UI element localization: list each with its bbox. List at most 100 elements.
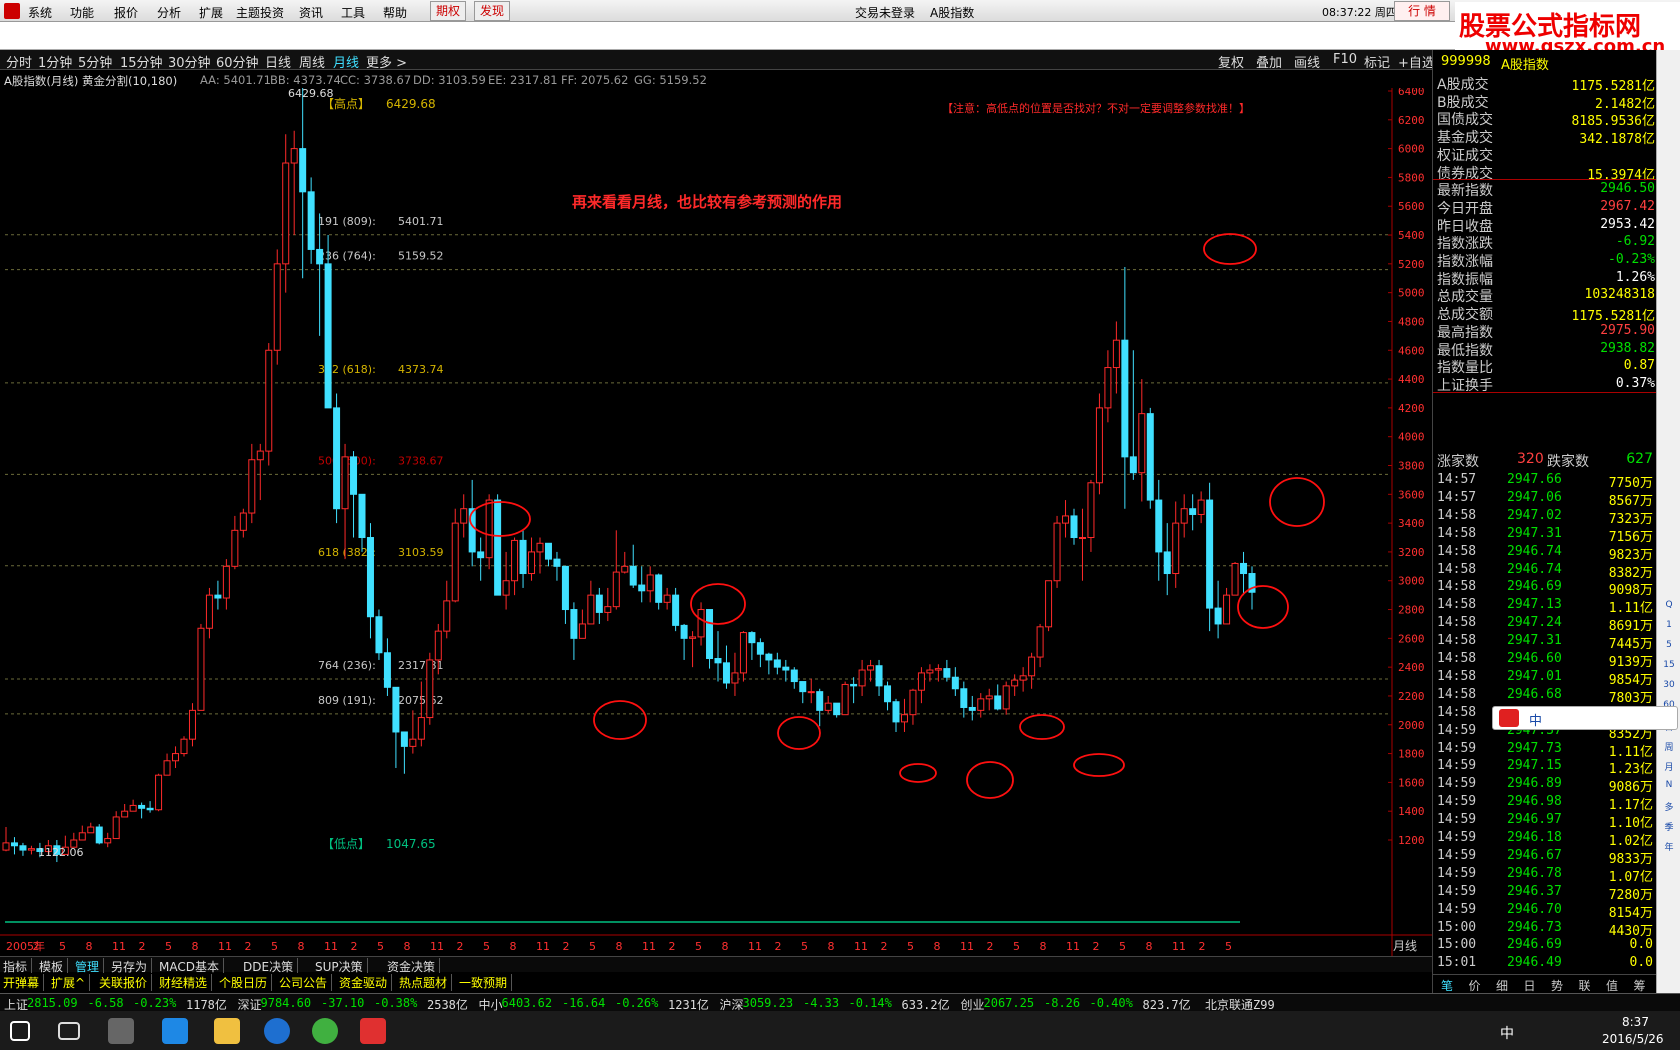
side-tab[interactable]: 细 <box>1496 977 1508 994</box>
browser-icon[interactable] <box>312 1018 338 1044</box>
period-axis-label: 月线 <box>1393 939 1417 953</box>
candlestick-chart[interactable]: 191 (809): 5401.71236 (764): 5159.52382 (6… <box>0 88 1440 958</box>
tick-time: 14:58 <box>1437 579 1477 595</box>
options-button[interactable]: 期权 <box>430 1 466 21</box>
side-tab[interactable]: 筹 <box>1634 977 1646 994</box>
tick-price: 2947.66 <box>1507 472 1562 487</box>
bottom-tab[interactable]: 开弹幕 <box>3 974 45 991</box>
period-shortcut[interactable]: 多 <box>1661 800 1677 814</box>
index-title: A股指数 <box>1501 58 1549 73</box>
period-shortcut[interactable]: 周 <box>1661 740 1677 754</box>
k-app-icon[interactable] <box>264 1018 290 1044</box>
edge-icon[interactable] <box>162 1018 188 1044</box>
candle-body <box>748 632 756 644</box>
period-shortcut[interactable]: 季 <box>1661 820 1677 834</box>
candle-body <box>892 701 900 723</box>
period-tab[interactable]: 日线 <box>265 52 291 71</box>
period-shortcut[interactable]: 30 <box>1661 680 1677 694</box>
stock-app-icon[interactable] <box>360 1018 386 1044</box>
y-tick-label: 3200 <box>1398 546 1425 559</box>
menu-theme-invest[interactable]: 主题投资 <box>236 4 284 21</box>
folder-icon[interactable] <box>214 1018 240 1044</box>
bottom-tab[interactable]: 热点题材 <box>399 974 453 991</box>
side-tab[interactable]: 值 <box>1606 977 1618 994</box>
fib-label: 236 (764): <box>318 250 376 263</box>
period-shortcut[interactable]: N <box>1661 780 1677 794</box>
bottom-tab[interactable]: 关联报价 <box>99 974 153 991</box>
side-tab[interactable]: 价 <box>1469 977 1481 994</box>
f10-button[interactable]: F10 <box>1333 52 1357 67</box>
highlight-circle <box>1269 477 1325 527</box>
menu-function[interactable]: 功能 <box>70 4 94 21</box>
tick-price: 2946.37 <box>1507 883 1562 899</box>
period-tab[interactable]: 分时 <box>6 52 32 71</box>
menu-quote[interactable]: 报价 <box>114 4 138 21</box>
period-shortcut[interactable]: 月 <box>1661 760 1677 774</box>
adjust-button[interactable]: 复权 <box>1218 52 1244 71</box>
menu-tools[interactable]: 工具 <box>341 4 365 21</box>
trade-login-status[interactable]: 交易未登录 <box>855 4 915 21</box>
side-tab[interactable]: 联 <box>1579 977 1591 994</box>
side-tab[interactable]: 日 <box>1524 977 1536 994</box>
x-tick-label: 8 <box>192 940 199 953</box>
period-tab[interactable]: 30分钟 <box>168 52 211 71</box>
candle-body <box>121 810 129 818</box>
bottom-tab[interactable]: 公司公告 <box>279 974 333 991</box>
period-tab-active[interactable]: 月线 <box>333 52 359 71</box>
x-tick-label: 8 <box>616 940 623 953</box>
period-shortcut[interactable]: 15 <box>1661 660 1677 674</box>
tick-row: 14:59 2946.70 8154万 <box>1435 901 1657 921</box>
ime-toolbar[interactable]: 中 <box>1492 706 1678 730</box>
value-gg: GG: 5159.52 <box>634 73 707 87</box>
draw-button[interactable]: 画线 <box>1294 52 1320 71</box>
bottom-tab[interactable]: 扩展^ <box>51 974 91 991</box>
period-tab[interactable]: 15分钟 <box>120 52 163 71</box>
period-shortcut[interactable]: 年 <box>1661 840 1677 854</box>
stat-value: 2975.90 <box>1600 322 1655 338</box>
trough-label: 1122.06 <box>38 846 84 859</box>
highlight-circle <box>593 700 647 740</box>
overlay-button[interactable]: 叠加 <box>1256 52 1282 71</box>
add-watchlist-button[interactable]: +自选 <box>1398 52 1435 71</box>
start-icon[interactable] <box>10 1021 30 1041</box>
bottom-tab[interactable]: 财经精选 <box>159 974 213 991</box>
period-tab[interactable]: 周线 <box>299 52 325 71</box>
bottom-tab[interactable]: 一致预期 <box>459 974 513 991</box>
period-tab[interactable]: 5分钟 <box>78 52 112 71</box>
fib-label: 764 (236): <box>318 659 376 672</box>
menu-extend[interactable]: 扩展 <box>199 4 223 21</box>
quote-button[interactable]: 行 情 <box>1394 1 1450 21</box>
side-tab[interactable]: 势 <box>1551 977 1563 994</box>
candle-body <box>485 499 493 559</box>
candle-body <box>722 662 730 684</box>
mark-button[interactable]: 标记 <box>1364 52 1390 71</box>
app-icon[interactable] <box>108 1018 134 1044</box>
menu-system[interactable]: 系统 <box>28 4 52 21</box>
value-cc: CC: 3738.67 <box>340 73 412 87</box>
period-tab[interactable]: 60分钟 <box>216 52 259 71</box>
candle-body <box>239 512 247 531</box>
y-tick-label: 4400 <box>1398 373 1425 386</box>
discover-button[interactable]: 发现 <box>474 1 510 21</box>
period-more[interactable]: 更多 > <box>366 52 407 71</box>
taskbar-lang[interactable]: 中 <box>1500 1023 1514 1043</box>
highlight-circle <box>1019 714 1065 740</box>
period-shortcut[interactable]: 1 <box>1661 620 1677 634</box>
task-view-icon[interactable] <box>58 1022 80 1040</box>
menu-help[interactable]: 帮助 <box>383 4 407 21</box>
ime-lang[interactable]: 中 <box>1529 710 1542 729</box>
bottom-tab[interactable]: 个股日历 <box>219 974 273 991</box>
side-tab[interactable]: 笔 <box>1441 977 1453 994</box>
candle-body <box>833 702 841 716</box>
period-tab[interactable]: 1分钟 <box>38 52 72 71</box>
candle-body <box>265 349 273 452</box>
y-tick-label: 5000 <box>1398 287 1425 300</box>
menu-analysis[interactable]: 分析 <box>157 4 181 21</box>
period-shortcut[interactable]: Q <box>1661 600 1677 614</box>
period-shortcut[interactable]: 5 <box>1661 640 1677 654</box>
menu-news[interactable]: 资讯 <box>299 4 323 21</box>
x-tick-label: 11 <box>854 940 868 953</box>
candle-body <box>214 594 222 599</box>
bottom-tab[interactable]: 资金驱动 <box>339 974 393 991</box>
tick-row: 14:57 2947.66 7750万 <box>1435 471 1657 491</box>
